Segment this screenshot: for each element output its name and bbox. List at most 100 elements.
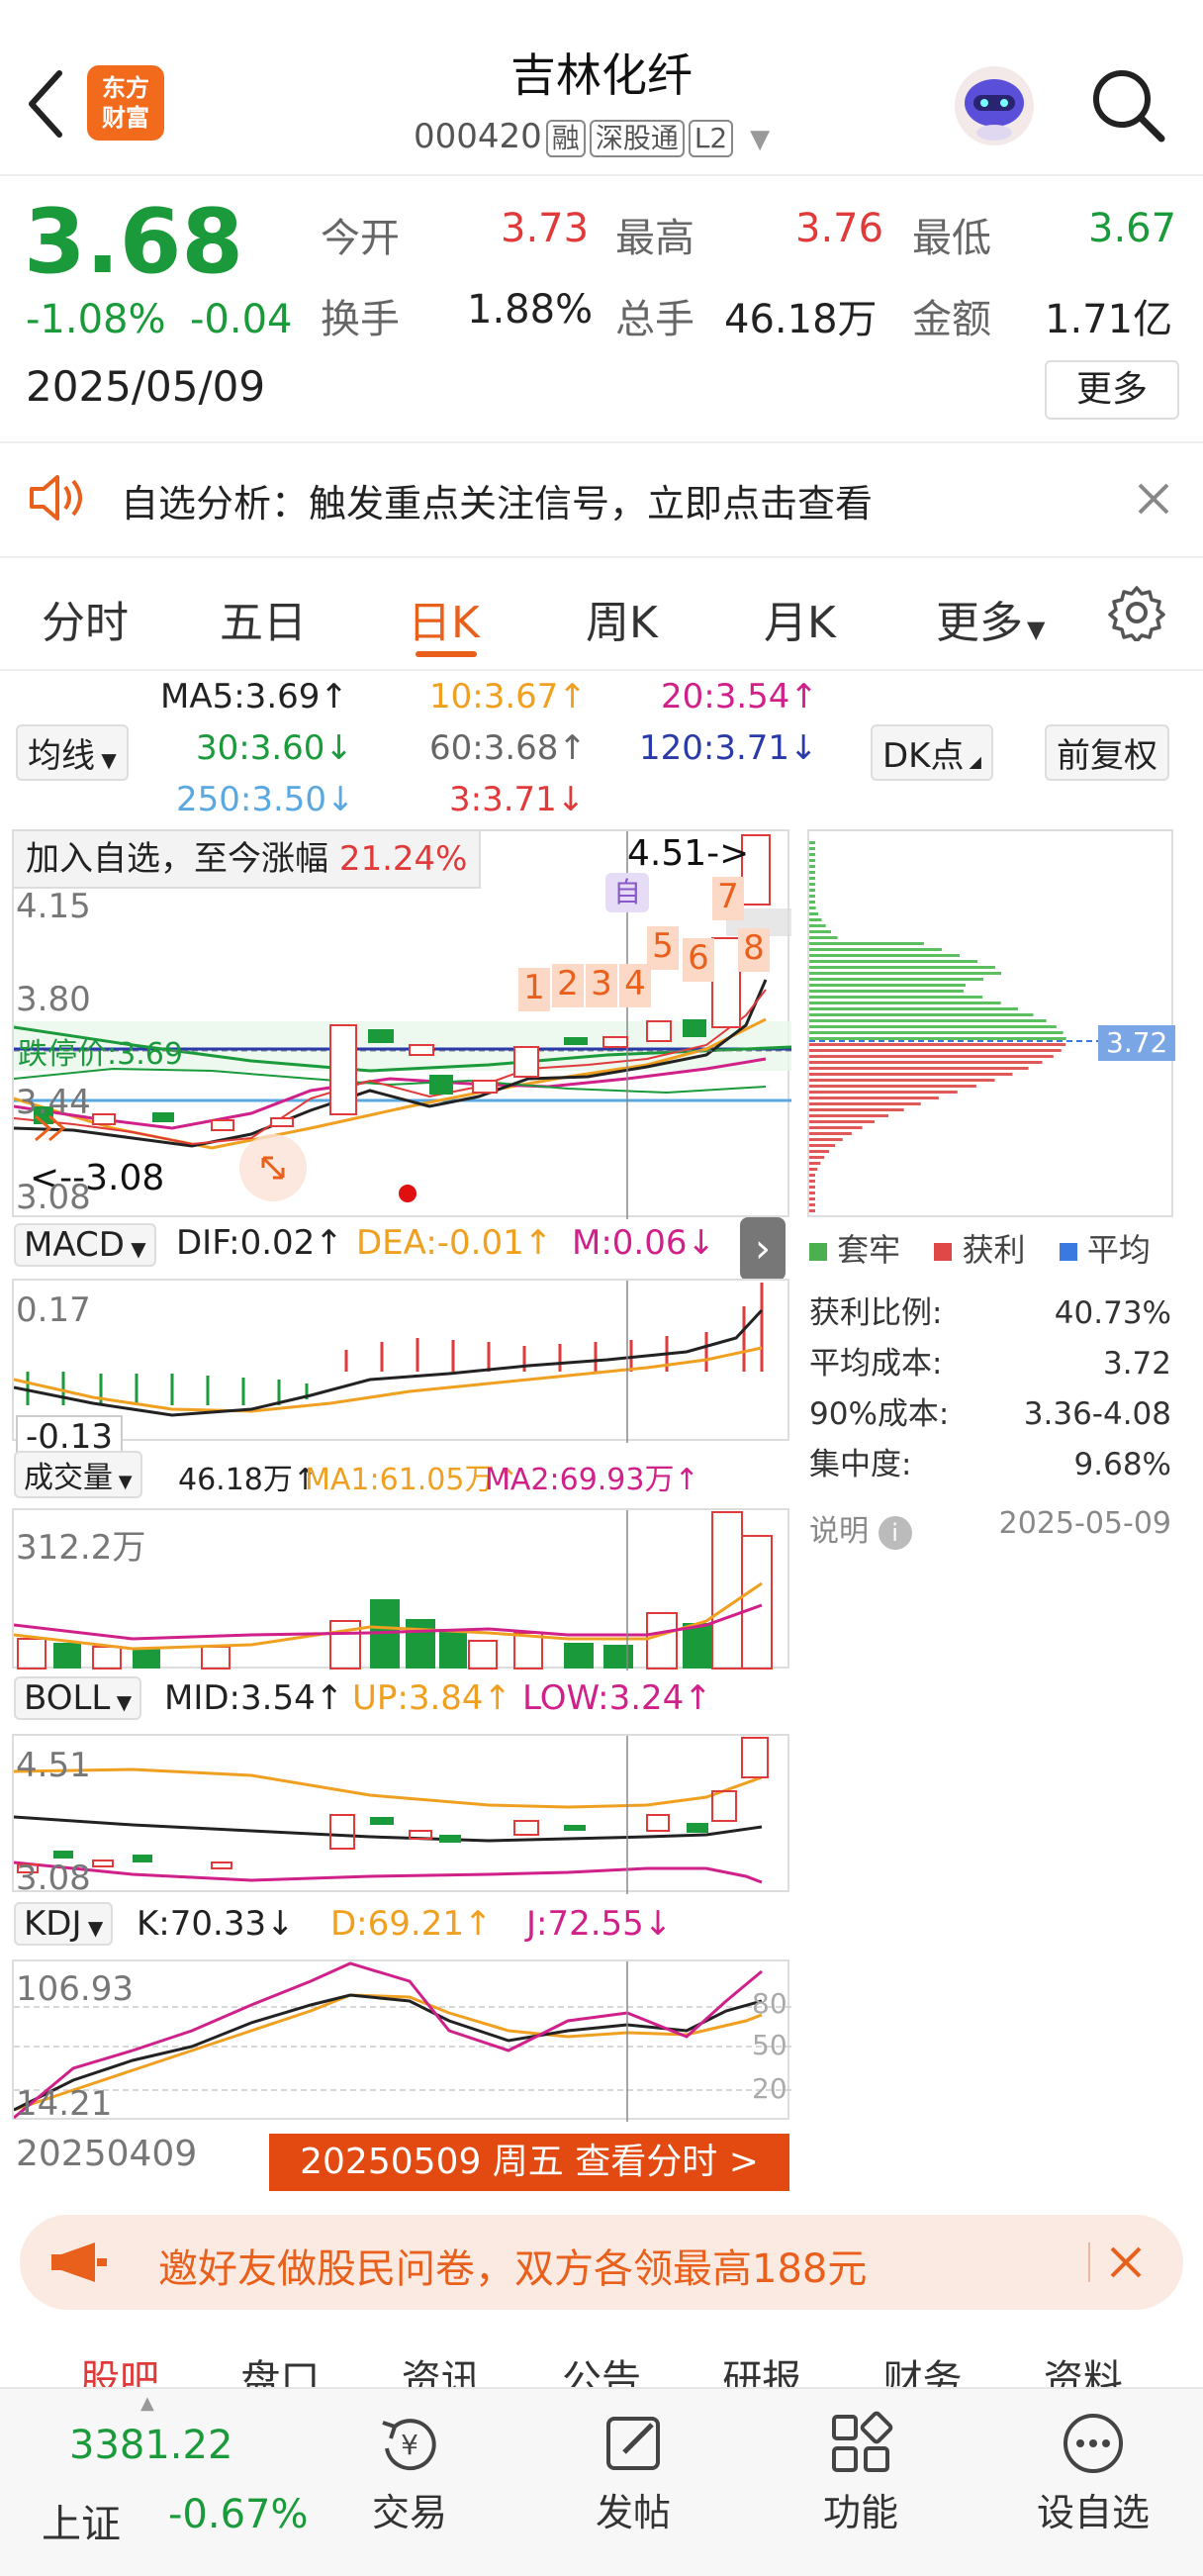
chip-stats: 获利比例: 40.73% 平均成本: 3.72 90%成本: 3.36-4.08 集中… [809, 1295, 1171, 1482]
chip-bar [809, 1073, 1013, 1076]
dk-point-button[interactable]: DK点 ◢ [871, 724, 993, 781]
chip-bar [809, 1055, 1054, 1058]
index-ticker[interactable]: ▲ 3381.22 上证 -0.67% [20, 2389, 317, 2576]
chip-distribution-chart[interactable]: 3.72 [807, 829, 1176, 1217]
seq-number: 6 [683, 938, 714, 982]
kline-chart[interactable]: 加入自选，至今涨幅 21.24% 4.51-> 4.15 3.80 跌停价:3.… [12, 829, 791, 1219]
chip-bar [809, 1156, 825, 1159]
more-button[interactable]: 更多 [1045, 360, 1179, 420]
kdj-level-20: 20 [752, 2072, 787, 2105]
chip-bar [809, 1013, 1034, 1016]
chip-bar [809, 954, 960, 957]
tab-daily-k[interactable]: 日K [408, 587, 480, 650]
chip-bar [809, 1079, 995, 1082]
chip-bar [809, 1061, 1043, 1064]
chip-bar [809, 918, 822, 921]
tab-intraday[interactable]: 分时 [42, 587, 129, 650]
seq-number: 1 [518, 968, 550, 1011]
turnover-value: 1.88% [467, 287, 594, 333]
chip-bar [809, 984, 966, 987]
tab-weekly-k[interactable]: 周K [586, 587, 658, 650]
view-intraday-button[interactable]: 20250509 周五 查看分时 > [269, 2134, 789, 2191]
close-icon[interactable] [1136, 481, 1171, 517]
add-watch-banner[interactable]: 加入自选，至今涨幅 21.24% [14, 831, 482, 889]
nav-add-watch-label: 设自选 [1036, 2491, 1150, 2534]
chip-bar [809, 948, 942, 951]
chip-bar [809, 966, 995, 969]
high-price-marker: 4.51-> [627, 833, 750, 874]
chip-bar [809, 883, 815, 886]
seq-number: 2 [552, 964, 584, 1007]
megaphone-icon [49, 2241, 109, 2284]
kdj-level-50: 50 [752, 2029, 787, 2061]
macd-selector[interactable]: MACD ▼ [14, 1223, 156, 1267]
stock-code-row[interactable]: 000420 融深股通 L2 ▼ [414, 117, 770, 157]
volume-chart[interactable]: 312.2万 [12, 1508, 789, 1670]
info-tab-announcement[interactable]: 公告 [562, 2347, 641, 2387]
notice-text[interactable]: 自选分析：触发重点关注信号，立即点击查看 [121, 473, 873, 527]
chip-bar [809, 895, 815, 898]
info-tabs[interactable]: 股吧 盘口 资讯 公告 研报 财务 资料 [0, 2347, 1203, 2387]
tab-five-day[interactable]: 五日 [220, 587, 307, 650]
boll-up: UP:3.84↑ [352, 1678, 512, 1718]
divider [0, 441, 1203, 443]
info-tab-news[interactable]: 资讯 [402, 2347, 481, 2387]
boll-selector[interactable]: BOLL ▼ [14, 1676, 142, 1720]
volume-selector[interactable]: 成交量 ▼ [14, 1451, 142, 1498]
info-tab-finance[interactable]: 财务 [883, 2347, 963, 2387]
low-label: 最低 [912, 216, 991, 261]
robot-assistant-icon[interactable] [950, 61, 1039, 150]
ma10-value: 10:3.67↑ [429, 677, 587, 716]
search-icon[interactable] [1090, 67, 1165, 143]
volume-ma2: MA2:69.93万↑ [485, 1463, 699, 1497]
nav-post[interactable]: 发帖 [574, 2409, 693, 2557]
macd-y-top: 0.17 [16, 1290, 91, 1330]
chip-bar [809, 1085, 976, 1088]
volume-value: 46.18万 [724, 297, 878, 342]
chip-bar [809, 1025, 1057, 1028]
ma5-value: MA5:3.69↑ [160, 677, 348, 716]
chip-bar [809, 901, 815, 904]
chip-bar [809, 912, 819, 915]
nav-post-label: 发帖 [595, 2491, 671, 2534]
divider [0, 556, 1203, 558]
chip-bar [809, 972, 1001, 975]
seq-number: 3 [586, 964, 617, 1007]
chip-legend: 套牢 获利 平均 [809, 1225, 1151, 1271]
low-value: 3.67 [1088, 206, 1177, 251]
nav-functions[interactable]: 功能 [801, 2409, 920, 2557]
info-tab-research[interactable]: 研报 [722, 2347, 801, 2387]
chip-explain[interactable]: 说明 i 2025-05-09 [809, 1506, 1171, 1550]
kdj-chart[interactable]: 106.93 14.21 80 50 20 [12, 1959, 791, 2124]
chip-bar [809, 877, 815, 880]
amount-label: 金额 [912, 297, 991, 342]
settings-gear-icon[interactable] [1108, 584, 1165, 643]
nav-add-watch[interactable]: 设自选 [1019, 2409, 1167, 2557]
expand-arrow-icon[interactable]: › [740, 1217, 786, 1281]
high-value: 3.76 [795, 206, 884, 251]
tab-more[interactable]: 更多 ▼ [936, 587, 1045, 650]
macd-dea: DEA:-0.01↑ [356, 1223, 553, 1263]
chip-bar [809, 1132, 852, 1135]
seq-number: 5 [647, 926, 679, 970]
forward-adjust-button[interactable]: 前复权 [1045, 724, 1169, 781]
boll-chart[interactable]: 4.51 3.08 [12, 1734, 789, 1898]
kdj-selector[interactable]: KDJ ▼ [14, 1902, 114, 1946]
chip-bar [809, 960, 977, 963]
macd-chart[interactable]: 0.17 -0.13 [12, 1279, 789, 1459]
ma-selector[interactable]: 均线 ▼ [16, 724, 129, 781]
y-axis-top: 4.15 [16, 887, 91, 926]
chip-bar [809, 1174, 815, 1177]
volume-current: 46.18万↑ [178, 1463, 319, 1497]
kdj-k: K:70.33↓ [137, 1904, 295, 1944]
open-label: 今开 [321, 216, 400, 261]
trade-yen-icon: ¥ [382, 2419, 436, 2471]
tab-monthly-k[interactable]: 月K [764, 587, 836, 650]
change-percent: -1.08% [26, 297, 166, 342]
nav-trade[interactable]: ¥ 交易 [350, 2409, 469, 2557]
info-tab-profile[interactable]: 资料 [1044, 2347, 1123, 2387]
close-icon[interactable] [1108, 2244, 1144, 2280]
promo-banner[interactable]: 邀好友做股民问卷，双方各领最高188元 [20, 2215, 1183, 2310]
info-tab-forum[interactable]: 股吧 [80, 2347, 159, 2387]
info-tab-orderbook[interactable]: 盘口 [240, 2347, 320, 2387]
